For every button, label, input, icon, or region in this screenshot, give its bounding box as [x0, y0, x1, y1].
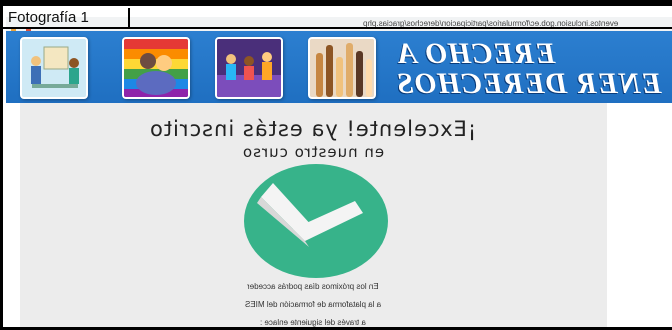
- success-subheadline-text: en nuestro curso: [241, 143, 385, 161]
- top-border: [0, 0, 672, 6]
- raised-hands-illustration-icon: [308, 37, 376, 99]
- support-group-illustration-icon: [215, 37, 283, 99]
- info-line-3: a través del siguiente enlace :: [3, 318, 623, 327]
- info-line-1-text: En los próximos días podrás acceder: [247, 282, 379, 291]
- info-line-2: a la plataforma de formación del MIES: [3, 300, 623, 309]
- info-line-1: En los próximos días podrás acceder: [3, 282, 623, 291]
- success-headline: ¡Excelente! ya estás inscrito: [3, 117, 623, 141]
- info-line-3-text: a través del siguiente enlace :: [260, 318, 366, 327]
- success-headline-text: ¡Excelente! ya estás inscrito: [149, 117, 477, 141]
- caption-box-edge: [128, 8, 130, 28]
- info-line-2-text: a la plataforma de formación del MIES: [244, 300, 382, 309]
- rainbow-embrace-illustration-icon: [122, 37, 190, 99]
- header-banner: ERECHO A ENER DERECHOS: [6, 31, 672, 103]
- caption-divider: [3, 27, 672, 29]
- banner-title-line-1: ERECHO A: [396, 37, 556, 70]
- figure-caption: Fotografía 1: [8, 9, 89, 26]
- banner-title-line-2: ENER DERECHOS: [396, 67, 662, 100]
- meeting-illustration-icon: [20, 37, 88, 99]
- screenshot-frame: eventos.inclusion.gob.ec/formularios/par…: [0, 0, 672, 330]
- checkmark-icon: [244, 164, 388, 278]
- success-subheadline: en nuestro curso: [3, 143, 623, 161]
